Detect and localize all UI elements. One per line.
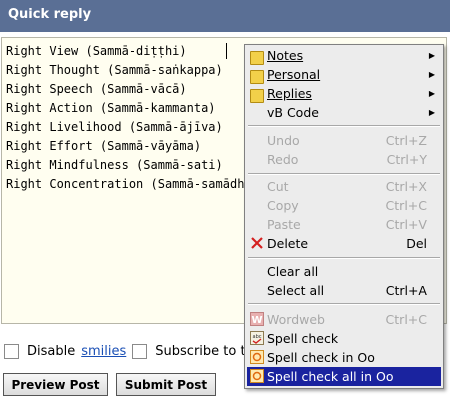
menu-item-label: Cut [267, 179, 289, 194]
menu-item-label: Clear all [267, 264, 319, 279]
menu-item-label: Notes [267, 48, 304, 63]
menu-item-label: Undo [267, 133, 300, 148]
menu-item-spell-check[interactable]: abc Spell check [247, 329, 441, 348]
context-menu: Notes ▶ Personal ▶ Replies ▶ vB Code ▶ U… [244, 44, 444, 389]
menu-shortcut: Ctrl+Y [386, 152, 427, 167]
menu-item-label: Spell check in Oo [267, 350, 375, 365]
header-title: Quick reply [8, 7, 92, 22]
disable-smilies-checkbox[interactable] [4, 343, 19, 359]
menu-shortcut: Ctrl+V [385, 217, 427, 232]
wordweb-icon: W [250, 312, 264, 326]
menu-item-label: Delete [267, 236, 309, 251]
menu-shortcut: Ctrl+X [385, 179, 427, 194]
menu-item-spell-check-in-oo[interactable]: Spell check in Oo [247, 348, 441, 367]
menu-item-label: vB Code [267, 105, 319, 120]
menu-item-spell-check-all-in-oo[interactable]: Spell check all in Oo [247, 367, 441, 386]
menu-item-label: Spell check [267, 331, 339, 346]
text-caret [226, 43, 227, 59]
menu-item-cut[interactable]: Cut Ctrl+X [247, 177, 441, 196]
menu-item-copy[interactable]: Copy Ctrl+C [247, 196, 441, 215]
menu-separator [248, 125, 440, 127]
menu-item-label: Select all [267, 283, 325, 298]
menu-item-label: Redo [267, 152, 299, 167]
menu-item-label: Copy [267, 198, 299, 213]
disable-label: Disable [27, 343, 76, 359]
menu-shortcut: Ctrl+Z [385, 133, 427, 148]
submenu-arrow-icon: ▶ [428, 108, 435, 117]
menu-item-select-all[interactable]: Select all Ctrl+A [247, 281, 441, 300]
folder-icon [250, 89, 264, 103]
submit-post-button[interactable]: Submit Post [116, 373, 216, 396]
submenu-arrow-icon: ▶ [428, 51, 435, 60]
submenu-arrow-icon: ▶ [428, 89, 435, 98]
folder-icon [250, 51, 264, 65]
menu-item-undo[interactable]: Undo Ctrl+Z [247, 131, 441, 150]
menu-item-notes[interactable]: Notes ▶ [247, 46, 441, 65]
openoffice-icon [250, 369, 264, 383]
menu-separator [248, 257, 440, 259]
smilies-link[interactable]: smilies [81, 344, 126, 359]
submenu-arrow-icon: ▶ [428, 70, 435, 79]
menu-item-delete[interactable]: Delete Del [247, 234, 441, 253]
subscribe-checkbox[interactable] [132, 343, 148, 359]
menu-item-replies[interactable]: Replies ▶ [247, 84, 441, 103]
menu-separator [248, 303, 440, 305]
menu-item-label: Spell check all in Oo [267, 369, 394, 384]
menu-item-label: Paste [267, 217, 301, 232]
menu-item-vbcode[interactable]: vB Code ▶ [247, 103, 441, 122]
menu-separator [248, 173, 440, 175]
subscribe-label: Subscribe to t [155, 343, 246, 359]
menu-shortcut: Ctrl+A [385, 283, 427, 298]
delete-x-icon [250, 236, 264, 250]
folder-icon [250, 70, 264, 84]
openoffice-icon [250, 350, 264, 364]
menu-item-label: Wordweb [267, 312, 325, 327]
svg-text:W: W [251, 315, 262, 326]
preview-post-button[interactable]: Preview Post [3, 373, 108, 396]
menu-item-personal[interactable]: Personal ▶ [247, 65, 441, 84]
spell-check-icon: abc [250, 331, 264, 345]
menu-item-paste[interactable]: Paste Ctrl+V [247, 215, 441, 234]
menu-shortcut: Ctrl+C [385, 312, 427, 327]
menu-item-label: Replies [267, 86, 312, 101]
menu-item-label: Personal [267, 67, 321, 82]
menu-shortcut: Del [406, 236, 427, 251]
menu-item-clear-all[interactable]: Clear all [247, 262, 441, 281]
quick-reply-header: Quick reply [0, 0, 450, 32]
menu-shortcut: Ctrl+C [385, 198, 427, 213]
menu-item-wordweb[interactable]: W Wordweb Ctrl+C [247, 310, 441, 329]
menu-item-redo[interactable]: Redo Ctrl+Y [247, 150, 441, 169]
